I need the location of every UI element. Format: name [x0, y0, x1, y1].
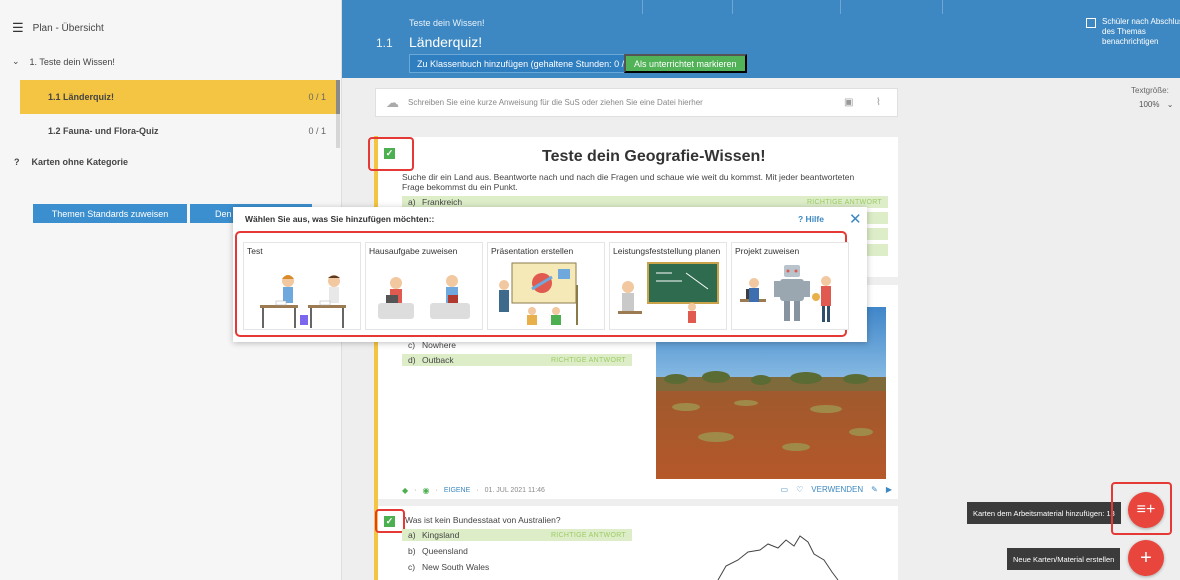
correct-answer-tag: RICHTIGE ANTWORT — [806, 198, 882, 206]
quiz-card: ✓ Was ist kein Bundesstaat von Australie… — [375, 506, 898, 580]
answer-option[interactable]: a) Kingsland RICHTIGE ANTWORT — [402, 529, 632, 541]
option-tiles: Test Hausaufgabe zuweisen Präsentation e… — [235, 231, 849, 337]
students-at-desk-illustration — [260, 275, 346, 328]
popup-title: Wählen Sie aus, was Sie hinzufügen möcht… — [245, 214, 435, 224]
screen-icon[interactable]: ▭ — [781, 485, 789, 494]
homework-illustration — [378, 275, 470, 319]
sidebar-item-count: 0 / 1 — [308, 92, 326, 102]
playlist-add-icon: ≡+ — [1136, 501, 1156, 518]
presentation-illustration — [499, 262, 578, 325]
answer-option[interactable]: b) Queensland — [402, 545, 632, 557]
new-card-tooltip: Neue Karten/Material erstellen — [1007, 548, 1121, 570]
answer-letter: a) — [408, 197, 416, 207]
list-icon: ☰ — [12, 20, 24, 35]
correct-answer-tag: RICHTIGE ANTWORT — [550, 356, 626, 364]
chevron-down-icon: ⌄ — [12, 56, 20, 66]
answer-text: Queensland — [422, 546, 468, 556]
add-to-classbook-button[interactable]: Zu Klassenbuch hinzufügen (gehaltene Stu… — [409, 54, 643, 73]
edit-icon[interactable]: ✎ — [871, 485, 878, 494]
question-icon: ? — [14, 157, 20, 167]
instruction-dropzone[interactable]: ☁ Schreiben Sie eine kurze Anweisung für… — [375, 88, 898, 117]
tile-test[interactable]: Test — [243, 242, 361, 330]
tile-label: Präsentation erstellen — [491, 246, 574, 256]
question-text: Was ist kein Bundesstaat von Australien? — [405, 515, 561, 525]
thumbs-up-icon[interactable]: ♡ — [796, 485, 803, 494]
highlight-box — [368, 137, 414, 171]
top-tabs — [582, 0, 1002, 14]
add-to-material-tooltip: Karten dem Arbeitsmaterial hinzufügen: 1… — [967, 502, 1121, 524]
attachment-icon[interactable]: ⌇ — [876, 97, 881, 108]
answer-letter: b) — [408, 546, 416, 556]
sidebar-item-fauna-flora[interactable]: 1.2 Fauna- und Flora-Quiz 0 / 1 — [20, 114, 340, 148]
sidebar-item-label: 1.2 Fauna- und Flora-Quiz — [48, 126, 159, 136]
assessment-illustration — [618, 262, 719, 323]
answer-text: New South Wales — [422, 562, 490, 572]
card-footer: ◆ · ◉ · EIGENE · 01. JUL 2021 11:46 ▭ ♡ … — [402, 485, 892, 495]
help-link[interactable]: ? Hilfe — [798, 214, 824, 224]
sidebar-no-category[interactable]: ? Karten ohne Kategorie — [14, 157, 128, 167]
tile-label: Hausaufgabe zuweisen — [369, 246, 458, 256]
sidebar-chapter[interactable]: ⌄ 1. Teste dein Wissen! — [12, 56, 115, 67]
image-icon[interactable]: ▣ — [844, 97, 853, 108]
globe-icon: ◉ — [422, 486, 430, 495]
robot-project-illustration — [740, 265, 831, 322]
header-subtitle: Teste dein Wissen! — [409, 18, 485, 28]
card-date: 01. JUL 2021 11:46 — [484, 487, 545, 494]
tile-project[interactable]: Projekt zuweisen — [731, 242, 849, 330]
tile-label: Leistungsfeststellung planen — [613, 246, 721, 256]
tile-label: Test — [247, 246, 263, 256]
australia-map — [717, 535, 839, 580]
assign-standards-button[interactable]: Themen Standards zuweisen — [33, 204, 187, 223]
sidebar-item-count: 0 / 1 — [308, 126, 326, 136]
tag-icon[interactable]: ◆ — [402, 486, 408, 495]
text-size-select[interactable]: 100% ⌄ — [1139, 100, 1173, 109]
tile-presentation[interactable]: Präsentation erstellen — [487, 242, 605, 330]
page-title[interactable]: Länderquiz! — [409, 34, 482, 50]
highlight-box — [375, 509, 405, 533]
answer-letter: c) — [408, 562, 416, 572]
text-size-label: Textgröße: — [1131, 86, 1169, 95]
sidebar-item-laenderquiz[interactable]: 1.1 Länderquiz! 0 / 1 — [20, 80, 340, 114]
plus-icon: + — [1140, 546, 1152, 569]
answer-letter: a) — [408, 530, 416, 540]
topic-header: Teste dein Wissen! 1.1 Länderquiz! Zu Kl… — [342, 0, 1180, 78]
sidebar-title[interactable]: ☰ Plan - Übersicht — [12, 20, 104, 36]
add-item-popup: Wählen Sie aus, was Sie hinzufügen möcht… — [233, 207, 867, 342]
answer-option[interactable]: d) Outback RICHTIGE ANTWORT — [402, 354, 632, 366]
card-title: Teste dein Geografie-Wissen! — [542, 148, 766, 165]
cloud-upload-icon: ☁ — [386, 94, 399, 110]
answer-text: Kingsland — [422, 530, 460, 540]
chapter-label: 1. Teste dein Wissen! — [29, 56, 115, 67]
answer-text: Outback — [422, 355, 454, 365]
add-to-material-button[interactable]: ≡+ — [1128, 492, 1164, 528]
mark-taught-button[interactable]: Als unterrichtet markieren — [624, 54, 747, 73]
answer-text: Frankreich — [422, 197, 463, 207]
create-new-card-button[interactable]: + — [1128, 540, 1164, 576]
notify-checkbox[interactable] — [1086, 18, 1096, 28]
no-category-label: Karten ohne Kategorie — [31, 157, 129, 167]
notify-label: Schüler nach Abschluss des Themas benach… — [1102, 17, 1180, 46]
answer-option[interactable]: c) New South Wales — [402, 561, 632, 573]
answer-letter: d) — [408, 355, 416, 365]
sidebar-item-label: 1.1 Länderquiz! — [48, 92, 115, 102]
sidebar-title-text: Plan - Übersicht — [32, 22, 104, 34]
header-number: 1.1 — [376, 36, 393, 50]
play-icon[interactable]: ▶ — [886, 485, 892, 494]
notify-students-option[interactable]: Schüler nach Abschluss des Themas benach… — [1086, 17, 1180, 47]
tile-label: Projekt zuweisen — [735, 246, 800, 256]
text-size-value: 100% — [1139, 100, 1160, 109]
card-actions: ▭ ♡ VERWENDEN ✎ ▶ — [781, 485, 892, 494]
chevron-down-icon: ⌄ — [1166, 100, 1174, 109]
tile-assessment[interactable]: Leistungsfeststellung planen — [609, 242, 727, 330]
use-button[interactable]: VERWENDEN — [811, 485, 863, 494]
tile-homework[interactable]: Hausaufgabe zuweisen — [365, 242, 483, 330]
card-description: Suche dir ein Land aus. Beantworte nach … — [402, 172, 855, 192]
close-icon[interactable]: ✕ — [849, 210, 862, 228]
instruction-placeholder: Schreiben Sie eine kurze Anweisung für d… — [408, 98, 703, 107]
correct-answer-tag: RICHTIGE ANTWORT — [550, 531, 626, 539]
source-label[interactable]: EIGENE — [444, 487, 470, 494]
